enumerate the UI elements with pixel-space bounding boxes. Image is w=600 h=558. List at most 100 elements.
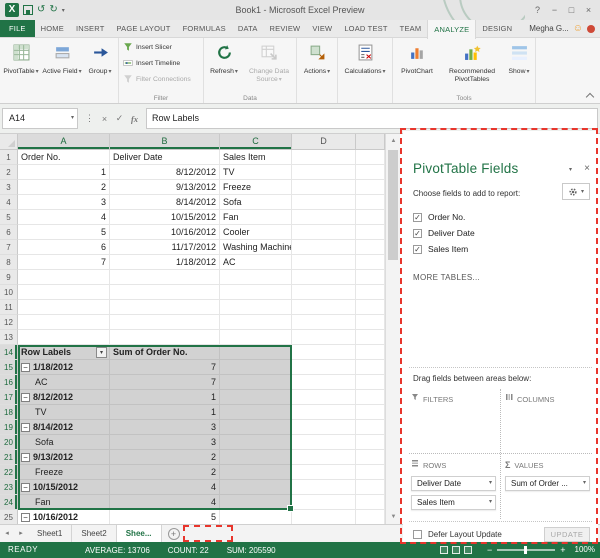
ribbon-button-pivotchart[interactable]: PivotChart: [394, 40, 440, 76]
cell[interactable]: [292, 450, 356, 465]
field-checkbox[interactable]: ✓: [413, 229, 422, 238]
account-name[interactable]: Megha G...: [529, 24, 569, 33]
ribbon-button-refresh[interactable]: Refresh▾: [205, 40, 243, 76]
cell[interactable]: [292, 300, 356, 315]
cell[interactable]: [356, 165, 385, 180]
field-row-order-no[interactable]: ✓Order No.: [413, 209, 588, 225]
cell[interactable]: [220, 480, 292, 495]
cell[interactable]: [18, 285, 110, 300]
cell[interactable]: [356, 405, 385, 420]
dropdown-arrow-icon[interactable]: ▾: [489, 477, 492, 490]
sheet-tab-sheet2[interactable]: Sheet2: [72, 525, 116, 542]
column-header-a[interactable]: A: [18, 134, 110, 150]
cell[interactable]: 10/16/2012: [110, 225, 220, 240]
cell[interactable]: [356, 255, 385, 270]
cell[interactable]: [356, 495, 385, 510]
cell[interactable]: [292, 270, 356, 285]
row-header-19[interactable]: 19: [0, 420, 18, 435]
cell[interactable]: −10/15/2012: [18, 480, 110, 495]
cell[interactable]: 8/14/2012: [110, 195, 220, 210]
row-header-9[interactable]: 9: [0, 270, 18, 285]
cell[interactable]: [356, 210, 385, 225]
row-header-11[interactable]: 11: [0, 300, 18, 315]
column-header-b[interactable]: B: [110, 134, 220, 150]
cell[interactable]: −8/12/2012: [18, 390, 110, 405]
sheet-nav-next-icon[interactable]: ▸: [14, 525, 28, 542]
ribbon-button-recommended-pivottables[interactable]: Recommended PivotTables: [440, 40, 504, 84]
column-header-partial[interactable]: [356, 134, 385, 150]
zoom-slider-thumb[interactable]: [524, 546, 527, 554]
cell[interactable]: [220, 465, 292, 480]
column-header-c[interactable]: C: [220, 134, 292, 150]
cell[interactable]: Order No.: [18, 150, 110, 165]
cell[interactable]: Cooler: [220, 225, 292, 240]
row-header-14[interactable]: 14: [0, 345, 18, 360]
cell[interactable]: 8/12/2012: [110, 165, 220, 180]
cell[interactable]: 1: [18, 165, 110, 180]
cell[interactable]: [220, 375, 292, 390]
cell[interactable]: 2: [18, 180, 110, 195]
field-row-sales-item[interactable]: ✓Sales Item: [413, 241, 588, 257]
cell[interactable]: [220, 360, 292, 375]
notification-icon[interactable]: [587, 25, 595, 33]
collapse-minus-icon[interactable]: −: [21, 483, 30, 492]
row-header-7[interactable]: 7: [0, 240, 18, 255]
cell[interactable]: [18, 315, 110, 330]
scroll-down-icon[interactable]: ▼: [386, 510, 401, 524]
dropdown-arrow-icon[interactable]: ▾: [489, 496, 492, 509]
select-all-corner[interactable]: [0, 134, 18, 150]
cell[interactable]: 3: [110, 435, 220, 450]
enter-icon[interactable]: ✓: [112, 113, 127, 124]
cell[interactable]: 1: [110, 390, 220, 405]
cell[interactable]: 11/17/2012: [110, 240, 220, 255]
cell[interactable]: [356, 450, 385, 465]
cell[interactable]: [292, 345, 356, 360]
sheet-tab-sheet1[interactable]: Sheet1: [28, 525, 72, 542]
cell[interactable]: [356, 345, 385, 360]
cell[interactable]: [110, 270, 220, 285]
cell[interactable]: AC: [220, 255, 292, 270]
cell[interactable]: [356, 435, 385, 450]
ribbon-tab-home[interactable]: HOME: [35, 20, 70, 37]
cell[interactable]: [220, 300, 292, 315]
area-field-sum-of-order[interactable]: Sum of Order ...▾: [505, 476, 590, 491]
row-header-15[interactable]: 15: [0, 360, 18, 375]
cell[interactable]: AC: [18, 375, 110, 390]
ribbon-tab-team[interactable]: TEAM: [394, 20, 428, 37]
row-header-12[interactable]: 12: [0, 315, 18, 330]
ribbon-tab-analyze[interactable]: ANALYZE: [427, 20, 476, 39]
ribbon-tab-review[interactable]: REVIEW: [264, 20, 307, 37]
cell[interactable]: [356, 180, 385, 195]
name-box-dropdown-icon[interactable]: ▾: [71, 109, 74, 128]
row-header-23[interactable]: 23: [0, 480, 18, 495]
row-header-8[interactable]: 8: [0, 255, 18, 270]
cell[interactable]: [356, 300, 385, 315]
ribbon-tab-load-test[interactable]: LOAD TEST: [338, 20, 393, 37]
cell[interactable]: 9/13/2012: [110, 180, 220, 195]
ribbon-tab-data[interactable]: DATA: [232, 20, 264, 37]
cell[interactable]: [292, 435, 356, 450]
cell[interactable]: [292, 405, 356, 420]
zoom-in-icon[interactable]: +: [560, 542, 565, 558]
cell[interactable]: [220, 510, 292, 524]
row-header-17[interactable]: 17: [0, 390, 18, 405]
cell[interactable]: [18, 270, 110, 285]
cell[interactable]: [356, 480, 385, 495]
cell[interactable]: [356, 510, 385, 524]
ribbon-button-pivottable[interactable]: PivotTable▾: [1, 40, 41, 76]
rows-area[interactable]: ROWSDeliver Date▾Sales Item▾: [409, 455, 498, 517]
cell[interactable]: 6: [18, 240, 110, 255]
cell[interactable]: 7: [110, 375, 220, 390]
separator-icon[interactable]: ⋮: [82, 113, 97, 124]
cell[interactable]: [292, 255, 356, 270]
cell[interactable]: [356, 360, 385, 375]
cell[interactable]: 5: [18, 225, 110, 240]
cell[interactable]: [356, 225, 385, 240]
cell[interactable]: [292, 480, 356, 495]
cell[interactable]: Deliver Date: [110, 150, 220, 165]
cell[interactable]: [356, 315, 385, 330]
cell[interactable]: [110, 330, 220, 345]
cell[interactable]: [292, 225, 356, 240]
cell[interactable]: [292, 150, 356, 165]
cell[interactable]: [220, 405, 292, 420]
